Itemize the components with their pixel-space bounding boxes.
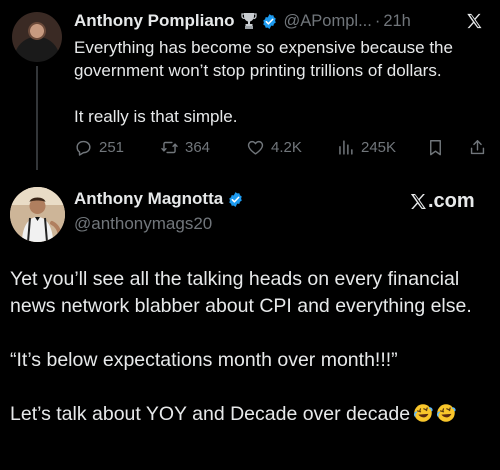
share-icon xyxy=(470,139,485,154)
repost-arrows-icon xyxy=(161,141,178,153)
tweet-header: Anthony Magnotta xyxy=(74,189,244,209)
x-logo-icon xyxy=(410,193,426,210)
like-button[interactable]: 4.2K xyxy=(246,136,302,158)
share-button[interactable] xyxy=(468,136,487,158)
reply-button[interactable]: 251 xyxy=(74,136,124,158)
view-count: 245K xyxy=(361,138,397,156)
tweet-action-bar: 251 364 4.2K 245K xyxy=(74,136,494,158)
person-photo-icon xyxy=(10,187,65,242)
verified-badge-icon xyxy=(229,191,242,207)
heart-icon xyxy=(247,140,264,155)
speech-bubble-icon xyxy=(76,140,91,156)
tweet-paragraph: Let’s talk about YOY and Decade over dec… xyxy=(10,403,411,425)
author-handle[interactable]: @APompl... xyxy=(284,12,372,31)
brand-domain-label: .com xyxy=(428,190,475,212)
views-button[interactable]: 245K xyxy=(336,136,396,158)
separator-dot: · xyxy=(374,11,381,30)
verified-badge-icon xyxy=(262,13,276,29)
tweet-paragraph: Yet you’ll see all the talking heads on … xyxy=(10,268,472,317)
rofl-emoji-icon xyxy=(436,404,456,422)
tweet-body: Yet you’ll see all the talking heads on … xyxy=(10,266,490,428)
author-name[interactable]: Anthony Pompliano xyxy=(74,11,235,31)
repost-button[interactable]: 364 xyxy=(160,136,210,158)
tweet-paragraph: It really is that simple. xyxy=(74,107,238,126)
tweet-body: Everything has become so expensive becau… xyxy=(74,36,489,128)
thread-connector-line xyxy=(36,66,38,170)
avatar[interactable] xyxy=(10,187,65,242)
bar-chart-icon xyxy=(339,139,353,155)
rofl-emoji-icon xyxy=(413,404,433,422)
repost-count: 364 xyxy=(185,138,211,156)
avatar[interactable] xyxy=(12,12,62,62)
timestamp[interactable]: 21h xyxy=(383,12,411,31)
author-name[interactable]: Anthony Magnotta xyxy=(74,189,223,209)
reply-count: 251 xyxy=(99,138,125,156)
like-count: 4.2K xyxy=(271,138,302,156)
bookmark-button[interactable] xyxy=(426,136,445,158)
parent-tweet[interactable]: Anthony Pompliano @APompl... · 21h Every… xyxy=(0,0,500,175)
tweet-paragraph: “It’s below expectations month over mont… xyxy=(10,349,398,371)
author-handle[interactable]: @anthonymags20 xyxy=(74,214,212,234)
tweet-paragraph: Everything has become so expensive becau… xyxy=(74,38,453,80)
tweet-header: Anthony Pompliano @APompl... · 21h xyxy=(74,10,411,32)
tweet-paragraph-with-emoji: Let’s talk about YOY and Decade over dec… xyxy=(10,401,490,428)
bookmark-icon xyxy=(430,139,441,155)
x-com-watermark: .com xyxy=(408,190,475,213)
trophy-badge-icon xyxy=(240,13,257,29)
x-logo-icon[interactable] xyxy=(465,12,483,30)
